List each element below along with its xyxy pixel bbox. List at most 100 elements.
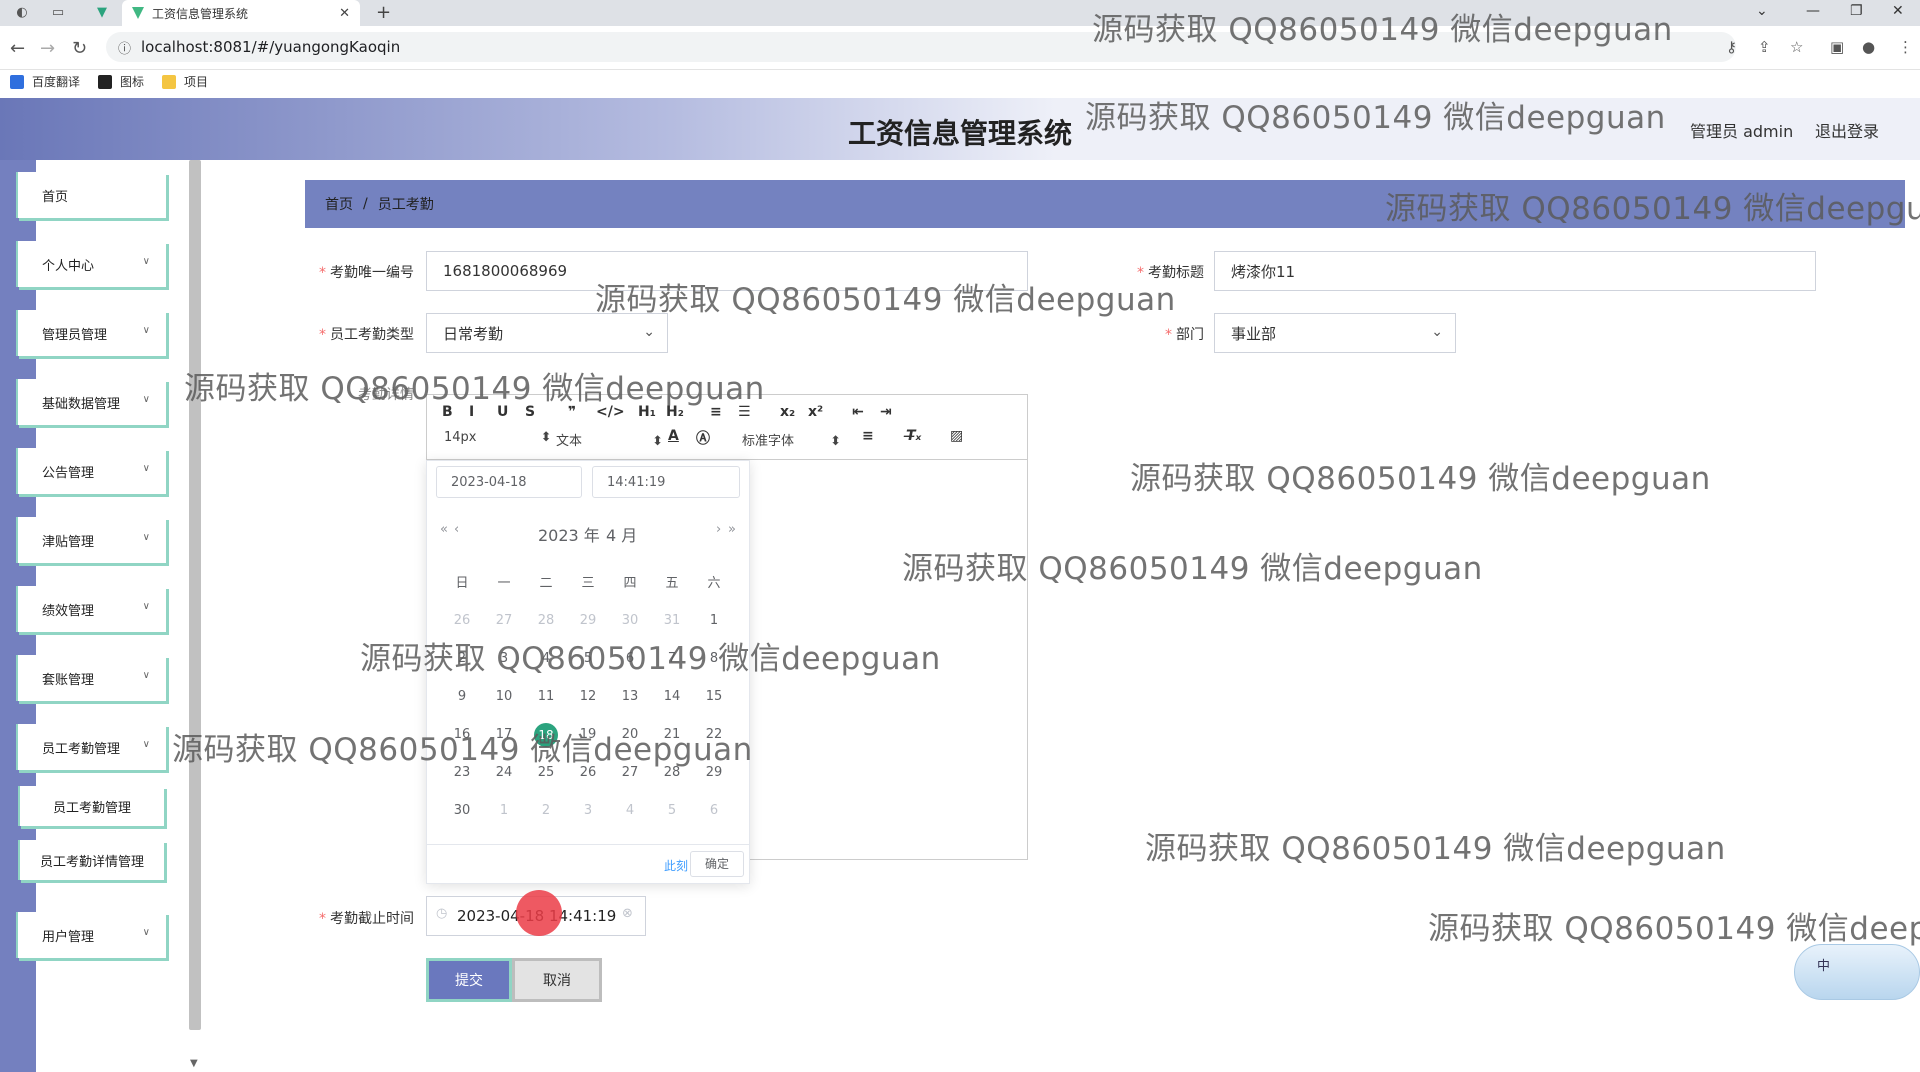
calendar-day[interactable]: 26 bbox=[441, 613, 483, 628]
calendar-day[interactable]: 3 bbox=[567, 803, 609, 818]
translate-icon bbox=[10, 74, 24, 89]
outdent-icon[interactable]: ⇤ bbox=[852, 404, 864, 420]
calendar-day[interactable]: 29 bbox=[567, 613, 609, 628]
share-icon[interactable]: ⇪ bbox=[1758, 38, 1771, 56]
calendar-day[interactable]: 28 bbox=[525, 613, 567, 628]
ime-widget[interactable]: 中 bbox=[1794, 944, 1920, 1000]
chevron-down-icon: ∨ bbox=[142, 927, 150, 938]
menu-label: 员工考勤管理 bbox=[42, 741, 121, 757]
ime-label: 中 bbox=[1817, 959, 1831, 974]
picker-date-input[interactable]: 2023-04-18 bbox=[436, 466, 582, 498]
scroll-down-arrow-icon[interactable]: ▼ bbox=[190, 1058, 198, 1069]
image-icon[interactable]: ▨ bbox=[950, 428, 963, 444]
font-color-icon[interactable]: A bbox=[668, 428, 679, 444]
vue-tab-icon[interactable]: ▼ bbox=[94, 5, 110, 21]
picker-time-input[interactable]: 14:41:19 bbox=[592, 466, 740, 498]
font-family-select[interactable]: 标准字体 ⬍ bbox=[742, 430, 841, 449]
clear-icon[interactable]: ⊗ bbox=[622, 906, 633, 921]
sidebar-item[interactable]: 员工考勤管理 ∨ bbox=[16, 724, 166, 770]
sidebar-item[interactable]: 管理员管理 ∨ bbox=[16, 310, 166, 356]
tab-close-icon[interactable]: ✕ bbox=[339, 6, 350, 21]
sidebar-item[interactable]: 绩效管理 ∨ bbox=[16, 586, 166, 632]
cancel-button[interactable]: 取消 bbox=[512, 958, 602, 1002]
calendar-day[interactable]: 9 bbox=[441, 689, 483, 704]
new-tab-icon[interactable]: + bbox=[376, 2, 391, 23]
breadcrumb-current: 员工考勤 bbox=[377, 197, 434, 213]
menu-label: 套账管理 bbox=[42, 672, 95, 688]
calendar-day[interactable]: 1 bbox=[483, 803, 525, 818]
next-month-icon[interactable]: › bbox=[716, 522, 721, 537]
sidebar-item[interactable]: 首页 bbox=[16, 172, 166, 218]
calendar-day[interactable]: 27 bbox=[483, 613, 525, 628]
calendar-day[interactable]: 11 bbox=[525, 689, 567, 704]
subscript-icon[interactable]: x₂ bbox=[780, 404, 795, 420]
clock-icon: ◷ bbox=[436, 906, 448, 921]
background-color-icon[interactable]: Ⓐ bbox=[696, 428, 710, 448]
font-size-select[interactable]: 14px ⬍ bbox=[444, 430, 552, 445]
calendar-day[interactable]: 2 bbox=[525, 803, 567, 818]
indent-icon[interactable]: ⇥ bbox=[880, 404, 892, 420]
calendar-year[interactable]: 2023 年 bbox=[538, 522, 600, 546]
calendar-day[interactable]: 30 bbox=[609, 613, 651, 628]
attendance-title-input[interactable]: 烤漆你11 bbox=[1214, 251, 1816, 291]
sidebar-item[interactable]: 套账管理 ∨ bbox=[16, 655, 166, 701]
bookmark-item[interactable]: 图标 bbox=[98, 73, 144, 90]
key-icon[interactable]: ⚷ bbox=[1726, 38, 1737, 56]
back-icon[interactable]: ← bbox=[10, 38, 25, 59]
prev-year-icon[interactable]: « bbox=[440, 522, 448, 537]
bookmark-star-icon[interactable]: ☆ bbox=[1790, 38, 1803, 56]
bookmark-item[interactable]: 项目 bbox=[162, 73, 208, 90]
align-icon[interactable]: ≡ bbox=[862, 428, 874, 444]
sidepanel-icon[interactable]: ▣ bbox=[1830, 38, 1844, 56]
sidebar-item[interactable]: 个人中心 ∨ bbox=[16, 241, 166, 287]
calendar-day[interactable]: 6 bbox=[693, 803, 735, 818]
site-info-icon[interactable]: ⓘ bbox=[118, 38, 131, 57]
calendar-day[interactable]: 30 bbox=[441, 803, 483, 818]
calendar-day[interactable]: 31 bbox=[651, 613, 693, 628]
chevron-down-icon: ∨ bbox=[142, 394, 150, 405]
calendar-day[interactable]: 12 bbox=[567, 689, 609, 704]
sidebar-item[interactable]: 公告管理 ∨ bbox=[16, 448, 166, 494]
breadcrumb-home[interactable]: 首页 bbox=[325, 194, 353, 214]
picker-now-link[interactable]: 此刻 bbox=[664, 857, 688, 874]
forward-icon[interactable]: → bbox=[40, 38, 55, 59]
sidebar-scrollbar[interactable] bbox=[189, 160, 201, 1030]
tab-search-icon[interactable]: ⌄ bbox=[1756, 3, 1768, 19]
calendar-day[interactable]: 4 bbox=[609, 803, 651, 818]
picker-ok-button[interactable]: 确定 bbox=[690, 851, 744, 877]
input-value: 1681800068969 bbox=[443, 262, 568, 280]
field-label-deadline: * 考勤截止时间 bbox=[319, 911, 414, 927]
select-value: 日常考勤 bbox=[443, 324, 504, 343]
text-type-select[interactable]: 文本 ⬍ bbox=[556, 430, 663, 449]
calendar-day[interactable]: 14 bbox=[651, 689, 693, 704]
reload-icon[interactable]: ↻ bbox=[72, 38, 87, 59]
sidebar-item[interactable]: 基础数据管理 ∨ bbox=[16, 379, 166, 425]
tab-strip-icon[interactable]: ▭ bbox=[50, 5, 66, 21]
attendance-type-select[interactable]: 日常考勤 ⌄ bbox=[426, 313, 668, 353]
sidebar-item[interactable]: 津贴管理 ∨ bbox=[16, 517, 166, 563]
superscript-icon[interactable]: x² bbox=[808, 404, 823, 420]
prev-month-icon[interactable]: ‹ bbox=[454, 522, 459, 537]
browser-tab-active[interactable]: 工资信息管理系统 ✕ bbox=[122, 0, 360, 26]
sidebar-subitem-attendance-detail[interactable]: 员工考勤详情管理 bbox=[18, 840, 164, 880]
menu-icon[interactable]: ⋮ bbox=[1898, 38, 1913, 56]
clear-format-icon[interactable]: T̶ₓ bbox=[906, 428, 921, 444]
calendar-day[interactable]: 15 bbox=[693, 689, 735, 704]
bookmark-item[interactable]: 百度翻译 bbox=[10, 73, 80, 90]
sidebar-subitem-attendance[interactable]: 员工考勤管理 bbox=[18, 786, 164, 826]
calendar-day[interactable]: 10 bbox=[483, 689, 525, 704]
restore-icon[interactable]: ❐ bbox=[1850, 3, 1863, 19]
next-year-icon[interactable]: » bbox=[728, 522, 736, 537]
calendar-day[interactable]: 1 bbox=[693, 613, 735, 628]
department-select[interactable]: 事业部 ⌄ bbox=[1214, 313, 1456, 353]
profile-icon[interactable]: ● bbox=[1862, 38, 1875, 56]
minimize-icon[interactable]: — bbox=[1806, 3, 1820, 19]
tab-strip-icon[interactable]: ◐ bbox=[14, 5, 30, 21]
submit-button[interactable]: 提交 bbox=[426, 958, 512, 1002]
calendar-day[interactable]: 13 bbox=[609, 689, 651, 704]
logout-link[interactable]: 退出登录 bbox=[1815, 118, 1879, 142]
sidebar-item-users[interactable]: 用户管理 ∨ bbox=[16, 912, 166, 958]
calendar-month[interactable]: 4 月 bbox=[606, 522, 637, 546]
calendar-day[interactable]: 5 bbox=[651, 803, 693, 818]
close-window-icon[interactable]: ✕ bbox=[1892, 3, 1904, 19]
